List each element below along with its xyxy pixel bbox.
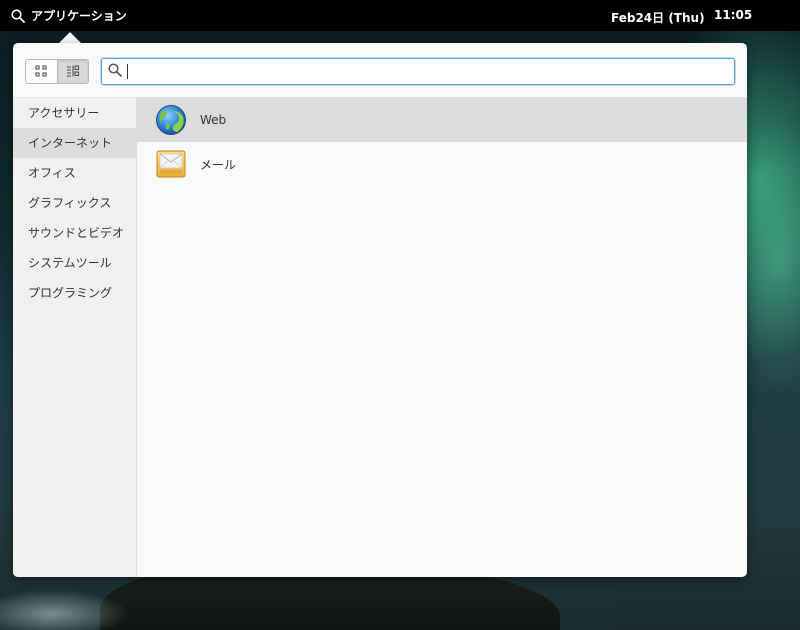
category-view-button[interactable] [56,60,88,83]
mail-icon [155,148,187,180]
top-panel: アプリケーション Feb24日 (Thu) 11:05 [0,0,800,31]
clock-indicator[interactable]: 11:05 [714,8,752,22]
date-indicator[interactable]: Feb24日 (Thu) [611,9,705,26]
category-sidebar: アクセサリー インターネット オフィス グラフィックス サウンドとビデオ システ… [13,97,137,577]
search-input[interactable] [134,59,734,84]
applications-menu-label: アプリケーション [31,9,127,23]
text-caret [127,64,128,79]
grid-icon [35,62,47,81]
search-icon [108,62,122,81]
category-label: インターネット [28,136,113,150]
app-label: Web [200,113,227,127]
applications-popover: アクセサリー インターネット オフィス グラフィックス サウンドとビデオ システ… [13,43,747,577]
search-field [101,58,735,85]
applications-menu-button[interactable]: アプリケーション [11,7,127,24]
app-list: Web メール [137,97,747,577]
app-label: メール [200,157,237,172]
category-label: システムツール [28,256,112,270]
search-icon [11,8,25,23]
category-label: プログラミング [28,286,113,300]
category-label: グラフィックス [28,196,112,210]
category-system-tools[interactable]: システムツール [13,248,136,278]
view-mode-toggle [25,59,89,84]
wallpaper-surf [0,590,130,630]
popover-arrow [59,32,81,43]
category-label: サウンドとビデオ [28,226,125,240]
popover-toolbar [13,43,747,97]
category-office[interactable]: オフィス [13,158,136,188]
category-label: オフィス [28,166,76,180]
grid-view-button[interactable] [26,60,57,83]
category-accessories[interactable]: アクセサリー [13,98,136,128]
category-internet[interactable]: インターネット [13,128,136,158]
app-item-web[interactable]: Web [137,98,747,142]
app-item-mail[interactable]: メール [137,142,747,186]
category-sound-video[interactable]: サウンドとビデオ [13,218,136,248]
category-programming[interactable]: プログラミング [13,278,136,308]
category-graphics[interactable]: グラフィックス [13,188,136,218]
category-label: アクセサリー [28,106,100,120]
globe-icon [155,104,187,136]
category-list-icon [66,62,80,81]
